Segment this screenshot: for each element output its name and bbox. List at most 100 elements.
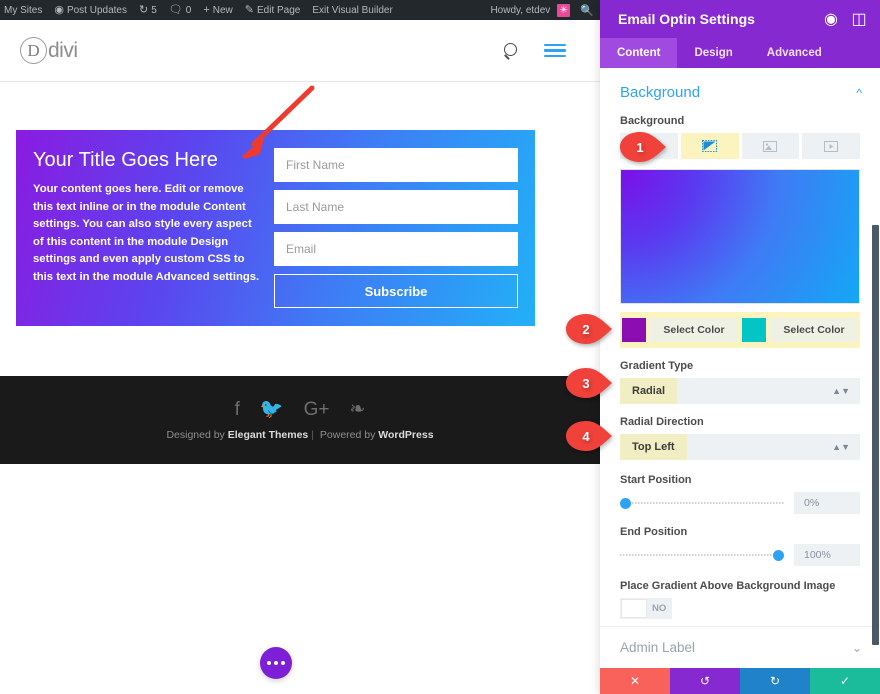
gradient-preview[interactable] bbox=[620, 169, 860, 304]
undo-button[interactable]: ↺ bbox=[670, 668, 740, 694]
annotation-marker-2-label: 2 bbox=[582, 321, 590, 337]
save-button[interactable]: ✓ bbox=[810, 668, 880, 694]
end-position-field: End Position 100% bbox=[600, 514, 880, 566]
radial-direction-field: Radial Direction Top Left ▲▼ bbox=[600, 404, 880, 460]
credit-prefix: Designed by bbox=[166, 428, 228, 441]
adminbar-label: Exit Visual Builder bbox=[312, 4, 393, 16]
gradient-type-field: Gradient Type Radial ▲▼ bbox=[600, 348, 880, 404]
facebook-icon[interactable]: f bbox=[235, 400, 240, 419]
adminbar-label: My Sites bbox=[4, 4, 43, 16]
more-options-button[interactable] bbox=[260, 647, 292, 679]
email-input[interactable]: Email bbox=[274, 232, 518, 266]
annotation-marker-4-label: 4 bbox=[582, 428, 590, 444]
chevron-up-icon[interactable]: ^ bbox=[856, 87, 862, 99]
adminbar-item-comments[interactable]: 🗨 0 bbox=[163, 0, 198, 20]
search-icon: 🔍 bbox=[580, 4, 594, 17]
first-name-input[interactable]: First Name bbox=[274, 148, 518, 182]
layout-toggle-icon[interactable]: ◫ bbox=[851, 11, 866, 28]
background-image-tab[interactable] bbox=[741, 133, 800, 159]
background-gradient-tab[interactable] bbox=[680, 133, 739, 159]
adminbar-item-revisions[interactable]: ↻ 5 bbox=[133, 0, 163, 20]
screenshot-root: My Sites ◉ Post Updates ↻ 5 🗨 0 + New ✎ … bbox=[0, 0, 880, 694]
end-position-slider[interactable] bbox=[620, 548, 784, 562]
adminbar-item-post-updates[interactable]: ◉ Post Updates bbox=[48, 0, 133, 20]
gradient-icon bbox=[702, 140, 718, 152]
gradient-color-stops: Select Color Select Color bbox=[620, 312, 860, 348]
place-gradient-above-label: Place Gradient Above Background Image bbox=[620, 580, 836, 592]
credit-separator: | bbox=[311, 428, 314, 441]
start-position-slider-row: 0% bbox=[620, 492, 860, 514]
adminbar-search-button[interactable]: 🔍 bbox=[576, 0, 600, 20]
radial-direction-label: Radial Direction bbox=[620, 416, 704, 428]
select-arrows: ▲▼ bbox=[677, 378, 860, 404]
background-section-header[interactable]: Background ^ bbox=[600, 68, 880, 109]
comments-count: 0 bbox=[185, 4, 192, 16]
gradient-color-left-button[interactable]: Select Color bbox=[650, 318, 738, 342]
comment-icon: 🗨 bbox=[168, 3, 183, 16]
background-video-tab[interactable] bbox=[802, 133, 860, 159]
tab-design[interactable]: Design bbox=[677, 38, 749, 68]
adminbar-item-my-sites[interactable]: My Sites bbox=[0, 0, 48, 20]
email-optin-module[interactable]: Your Title Goes Here Your content goes h… bbox=[16, 130, 535, 326]
howdy-label: Howdy, etdev bbox=[490, 4, 551, 16]
footer-credit: Designed by Elegant Themes | Powered by W… bbox=[166, 429, 433, 441]
hamburger-icon[interactable] bbox=[544, 43, 566, 58]
start-position-field: Start Position 0% bbox=[600, 460, 880, 514]
revisions-count: 5 bbox=[151, 4, 157, 16]
gradient-type-select[interactable]: Radial ▲▼ bbox=[620, 378, 860, 404]
adminbar-label: Post Updates bbox=[66, 4, 127, 16]
gradient-color-right-button[interactable]: Select Color bbox=[770, 318, 858, 342]
plus-icon: + bbox=[203, 3, 210, 16]
adminbar-item-exit-visual-builder[interactable]: Exit Visual Builder bbox=[306, 0, 398, 20]
site-footer: f 🐦 G+ ❧ Designed by Elegant Themes | Pow… bbox=[0, 376, 600, 464]
avatar: ✳ bbox=[557, 3, 571, 17]
radial-direction-select[interactable]: Top Left ▲▼ bbox=[620, 434, 860, 460]
admin-label-title: Admin Label bbox=[620, 640, 696, 655]
chevron-down-icon[interactable]: ⌄ bbox=[852, 642, 862, 654]
gradient-color-right-swatch[interactable] bbox=[742, 318, 766, 342]
adminbar-account[interactable]: Howdy, etdev ✳ bbox=[484, 0, 576, 20]
start-position-value[interactable]: 0% bbox=[794, 492, 860, 514]
credit-brand[interactable]: Elegant Themes bbox=[228, 429, 309, 441]
last-name-input[interactable]: Last Name bbox=[274, 190, 518, 224]
gradient-type-value: Radial bbox=[620, 378, 678, 404]
logo-mark: D bbox=[20, 37, 47, 64]
place-gradient-above-toggle[interactable]: NO bbox=[620, 598, 672, 619]
cancel-button[interactable]: ✕ bbox=[600, 668, 670, 694]
slider-handle[interactable] bbox=[773, 549, 784, 561]
divi-logo[interactable]: D divi bbox=[20, 37, 78, 64]
target-icon[interactable]: ◉ bbox=[824, 11, 838, 28]
start-position-slider[interactable] bbox=[620, 496, 784, 510]
google-plus-icon[interactable]: G+ bbox=[304, 400, 330, 419]
gradient-color-left-swatch[interactable] bbox=[622, 318, 646, 342]
toggle-knob bbox=[621, 599, 647, 618]
twitter-icon[interactable]: 🐦 bbox=[260, 400, 284, 419]
adminbar-item-edit-page[interactable]: ✎ Edit Page bbox=[239, 0, 307, 20]
background-field-label: Background bbox=[620, 115, 685, 127]
end-position-value[interactable]: 100% bbox=[794, 544, 860, 566]
pencil-icon: ✎ bbox=[244, 3, 254, 16]
section-title: Background bbox=[620, 84, 701, 101]
search-icon[interactable] bbox=[504, 42, 520, 59]
slider-handle[interactable] bbox=[620, 497, 631, 509]
adminbar-label: Edit Page bbox=[256, 4, 301, 16]
place-gradient-above-field: Place Gradient Above Background Image NO bbox=[600, 566, 880, 619]
redo-button[interactable]: ↻ bbox=[740, 668, 810, 694]
end-position-label: End Position bbox=[620, 526, 688, 538]
admin-label-section[interactable]: Admin Label ⌄ bbox=[600, 626, 880, 668]
page-title: Email Optin Settings bbox=[618, 11, 755, 27]
panel-header-actions: ◉ ◫ bbox=[824, 11, 867, 28]
annotation-marker-1-label: 1 bbox=[636, 139, 644, 155]
page-whitespace bbox=[0, 464, 600, 694]
credit-brand-2[interactable]: WordPress bbox=[378, 429, 433, 441]
optin-form-column: First Name Last Name Email Subscribe bbox=[274, 130, 535, 326]
revisions-icon: ↻ bbox=[139, 3, 149, 16]
credit-mid: Powered by bbox=[317, 428, 379, 441]
subscribe-button[interactable]: Subscribe bbox=[274, 274, 518, 308]
tab-content[interactable]: Content bbox=[600, 38, 678, 68]
settings-panel: Email Optin Settings ◉ ◫ Content Design … bbox=[600, 0, 880, 694]
panel-scrollbar[interactable] bbox=[872, 225, 879, 645]
tab-advanced[interactable]: Advanced bbox=[750, 38, 839, 68]
adminbar-item-new[interactable]: + New bbox=[197, 0, 238, 20]
rss-icon[interactable]: ❧ bbox=[349, 400, 365, 419]
